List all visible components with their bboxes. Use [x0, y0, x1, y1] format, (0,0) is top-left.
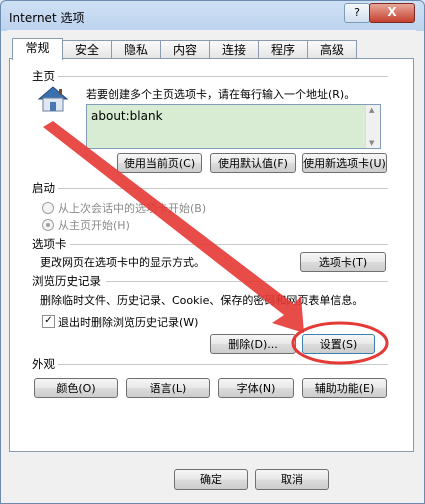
- history-section-title: 浏览历史记录: [32, 274, 101, 288]
- homepage-divider: [58, 76, 388, 77]
- delete-history-button[interactable]: 删除(D)...: [210, 334, 296, 354]
- homepage-description: 若要创建多个主页选项卡，请在每行输入一个地址(R)。: [86, 88, 356, 101]
- use-default-button[interactable]: 使用默认值(F): [210, 153, 296, 173]
- tabs-description: 更改网页在选项卡中的显示方式。: [40, 256, 205, 269]
- scroll-up-icon[interactable]: ▲: [369, 106, 374, 114]
- startup-homepage-label: 从主页开始(H): [58, 219, 130, 232]
- homepage-address-input[interactable]: about:blank ▲ ▼: [86, 104, 381, 149]
- tabs-section-title: 选项卡: [32, 237, 67, 251]
- appearance-section-title: 外观: [32, 357, 55, 371]
- homepage-scrollbar[interactable]: ▲ ▼: [365, 105, 380, 148]
- startup-last-session-label: 从上次会话中的选项卡开始(B): [58, 202, 207, 215]
- cancel-button[interactable]: 取消: [255, 469, 329, 490]
- fonts-button[interactable]: 字体(N): [218, 378, 294, 398]
- delete-on-exit-checkbox[interactable]: ✓: [42, 315, 55, 328]
- startup-divider: [58, 188, 388, 189]
- history-settings-button[interactable]: 设置(S): [302, 334, 375, 354]
- tabs-divider: [70, 244, 388, 245]
- homepage-address-value: about:blank: [91, 109, 163, 123]
- house-icon: [37, 86, 69, 112]
- history-divider: [106, 281, 388, 282]
- scroll-down-icon[interactable]: ▼: [369, 139, 374, 147]
- homepage-section-title: 主页: [32, 69, 55, 83]
- languages-button[interactable]: 语言(L): [126, 378, 210, 398]
- ok-button[interactable]: 确定: [174, 469, 248, 490]
- delete-on-exit-label: 退出时删除浏览历史记录(W): [58, 316, 199, 329]
- appearance-divider: [58, 364, 388, 365]
- use-new-tab-button[interactable]: 使用新选项卡(U): [302, 153, 387, 173]
- tabs-settings-button[interactable]: 选项卡(T): [300, 252, 386, 272]
- startup-homepage-radio[interactable]: [42, 219, 54, 231]
- startup-last-session-radio[interactable]: [42, 202, 54, 214]
- startup-section-title: 启动: [32, 181, 55, 195]
- history-description: 删除临时文件、历史记录、Cookie、保存的密码和网页表单信息。: [40, 294, 364, 307]
- accessibility-button[interactable]: 辅助功能(E): [302, 378, 387, 398]
- use-current-button[interactable]: 使用当前页(C): [117, 153, 202, 173]
- colors-button[interactable]: 颜色(O): [34, 378, 118, 398]
